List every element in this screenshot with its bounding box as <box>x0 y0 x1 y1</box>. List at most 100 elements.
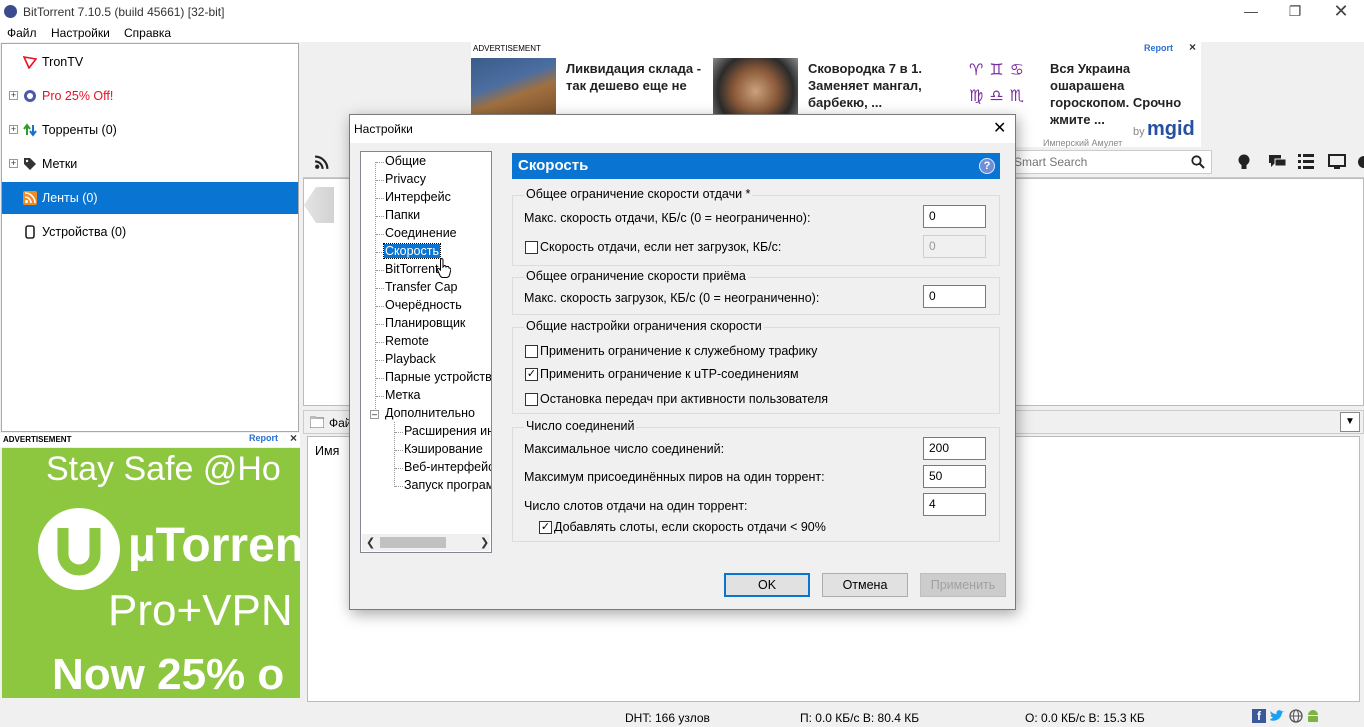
tree-item-transfer-cap[interactable]: Transfer Cap <box>385 280 457 294</box>
tree-item-queue[interactable]: Очерёдность <box>385 298 462 312</box>
rss-icon <box>23 191 37 205</box>
ad-label: ADVERTISEMENT <box>3 435 72 444</box>
ad-close-icon[interactable]: × <box>1189 40 1196 54</box>
menu-help[interactable]: Справка <box>124 26 171 40</box>
monitor-icon[interactable] <box>1328 154 1346 170</box>
tree-item-scheduler[interactable]: Планировщик <box>385 316 465 330</box>
stop-on-activity-checkbox[interactable] <box>525 393 538 406</box>
tree-item-general[interactable]: Общие <box>385 154 426 168</box>
rss-add-icon[interactable] <box>314 155 329 170</box>
upload-no-download-checkbox[interactable] <box>525 241 538 254</box>
limit-overhead-label: Применить ограничение к служебному трафи… <box>540 344 818 358</box>
tree-item-interface[interactable]: Интерфейс <box>385 190 451 204</box>
max-connections-label: Максимальное число соединений: <box>524 442 725 456</box>
settings-gear-icon[interactable] <box>1356 154 1364 170</box>
ad-source: Имперский Амулет <box>1043 138 1123 148</box>
download-limit-group: Общее ограничение скорости приёма Макс. … <box>512 269 1000 315</box>
twitter-icon[interactable] <box>1269 709 1285 723</box>
tree-item-speed[interactable]: Скорость <box>383 243 441 259</box>
help-icon[interactable]: ? <box>979 158 995 174</box>
feed-arrow-tab[interactable] <box>304 187 334 223</box>
status-bar: DHT: 166 узлов П: 0.0 КБ/с В: 80.4 КБ О:… <box>0 706 1364 727</box>
max-connections-input[interactable]: 200 <box>923 437 986 460</box>
search-input[interactable] <box>1014 152 1184 172</box>
expand-icon[interactable]: + <box>9 91 18 100</box>
extra-slots-label: Добавлять слоты, если скорость отдачи < … <box>554 520 826 534</box>
sidebar-item-devices[interactable]: Устройства (0) <box>2 216 298 248</box>
search-box[interactable] <box>1012 150 1212 174</box>
tree-item-paired-devices[interactable]: Парные устройства <box>385 370 491 384</box>
ad-line: Now 25% o <box>52 650 285 698</box>
collapse-chevron-icon[interactable]: ▼︎ <box>1340 412 1360 432</box>
dialog-close-icon[interactable]: ✕ <box>993 118 1006 138</box>
limit-overhead-checkbox[interactable] <box>525 345 538 358</box>
tree-item-caching[interactable]: Кэширование <box>404 442 483 456</box>
ad-report-link[interactable]: Report <box>249 433 278 443</box>
bittorrent-pro-icon <box>24 90 36 102</box>
list-view-icon[interactable] <box>1298 154 1314 169</box>
max-upload-label: Макс. скорость отдачи, КБ/с (0 = неогран… <box>524 211 811 225</box>
ad-label: ADVERTISEMENT <box>473 44 541 53</box>
tree-item-label[interactable]: Метка <box>385 388 421 402</box>
sidebar-item-pro[interactable]: + Pro 25% Off! <box>2 80 298 112</box>
minimize-icon[interactable]: — <box>1228 0 1274 24</box>
ad-close-icon[interactable]: × <box>290 431 297 445</box>
sidebar-item-labels[interactable]: + Метки <box>2 148 298 180</box>
close-icon[interactable]: ✕ <box>1318 0 1364 24</box>
scroll-right-icon[interactable]: ❯ <box>480 536 489 549</box>
apply-button[interactable]: Применить <box>920 573 1006 597</box>
download-status: П: 0.0 КБ/с В: 80.4 КБ <box>800 711 920 725</box>
stop-on-activity-label: Остановка передач при активности пользов… <box>540 392 829 406</box>
extra-slots-checkbox[interactable]: ✓ <box>539 521 552 534</box>
sidebar-item-trontv[interactable]: TronTV <box>2 46 298 78</box>
ok-button[interactable]: OK <box>724 573 810 597</box>
max-download-input[interactable]: 0 <box>923 285 986 308</box>
search-icon[interactable] <box>1191 155 1205 169</box>
ad-image <box>471 58 556 118</box>
collapse-icon[interactable]: – <box>370 410 379 419</box>
menu-settings[interactable]: Настройки <box>51 26 110 40</box>
ad-report-link[interactable]: Report <box>1144 43 1173 53</box>
ad-left-banner[interactable]: Stay Safe @Ho µTorren Pro+VPN Now 25% o <box>2 448 300 698</box>
tree-item-remote[interactable]: Remote <box>385 334 429 348</box>
tree-item-run-program[interactable]: Запуск програм <box>404 478 491 492</box>
tree-item-advanced[interactable]: Дополнительно <box>385 406 475 420</box>
tree-item-connection[interactable]: Соединение <box>385 226 457 240</box>
panel-title-bar: Скорость ? <box>512 153 1000 179</box>
max-peers-input[interactable]: 50 <box>923 465 986 488</box>
tree-item-privacy[interactable]: Privacy <box>385 172 426 186</box>
tree-item-playback[interactable]: Playback <box>385 352 436 366</box>
expand-icon[interactable]: + <box>9 159 18 168</box>
tree-item-web-interface[interactable]: Веб-интерфейс <box>404 460 491 474</box>
sidebar-item-torrents[interactable]: + Торренты (0) <box>2 114 298 146</box>
expand-icon[interactable]: + <box>9 125 18 134</box>
scroll-left-icon[interactable]: ❮ <box>366 536 375 549</box>
lightbulb-icon[interactable] <box>1237 154 1251 170</box>
limit-utp-checkbox[interactable]: ✓ <box>525 368 538 381</box>
column-header-name[interactable]: Имя <box>315 444 339 458</box>
tree-item-extensions[interactable]: Расширения ин <box>404 424 491 438</box>
upload-slots-input[interactable]: 4 <box>923 493 986 516</box>
upload-no-download-input[interactable]: 0 <box>923 235 986 258</box>
ad-text: Сковородка 7 в 1. Заменяет мангал, барбе… <box>808 61 923 110</box>
tree-item-bittorrent[interactable]: BitTorrent <box>385 262 439 276</box>
menu-file[interactable]: Файл <box>7 26 37 40</box>
globe-icon[interactable] <box>1289 709 1303 723</box>
android-icon[interactable] <box>1306 709 1320 724</box>
settings-tree: Общие Privacy Интерфейс Папки Соединение… <box>360 151 492 553</box>
cancel-button[interactable]: Отмена <box>822 573 908 597</box>
group-title: Число соединений <box>524 419 637 433</box>
device-icon <box>25 225 35 239</box>
max-upload-input[interactable]: 0 <box>923 205 986 228</box>
facebook-icon[interactable]: f <box>1252 709 1266 723</box>
tree-horizontal-scrollbar[interactable]: ❮ ❯ <box>362 534 490 551</box>
restore-icon[interactable]: ❐ <box>1272 0 1318 24</box>
window-title: BitTorrent 7.10.5 (build 45661) [32-bit] <box>23 5 225 19</box>
ad-text: Ликвидация склада - так дешево еще не <box>566 61 702 93</box>
tree-item-folders[interactable]: Папки <box>385 208 420 222</box>
settings-dialog: Настройки ✕ Общие Privacy Интерфейс Папк… <box>349 114 1016 610</box>
scrollbar-thumb[interactable] <box>380 537 446 548</box>
sidebar-item-feeds[interactable]: Ленты (0) <box>2 182 298 214</box>
chat-icon[interactable] <box>1269 154 1287 170</box>
upload-limit-group: Общее ограничение скорости отдачи * Макс… <box>512 187 1000 266</box>
